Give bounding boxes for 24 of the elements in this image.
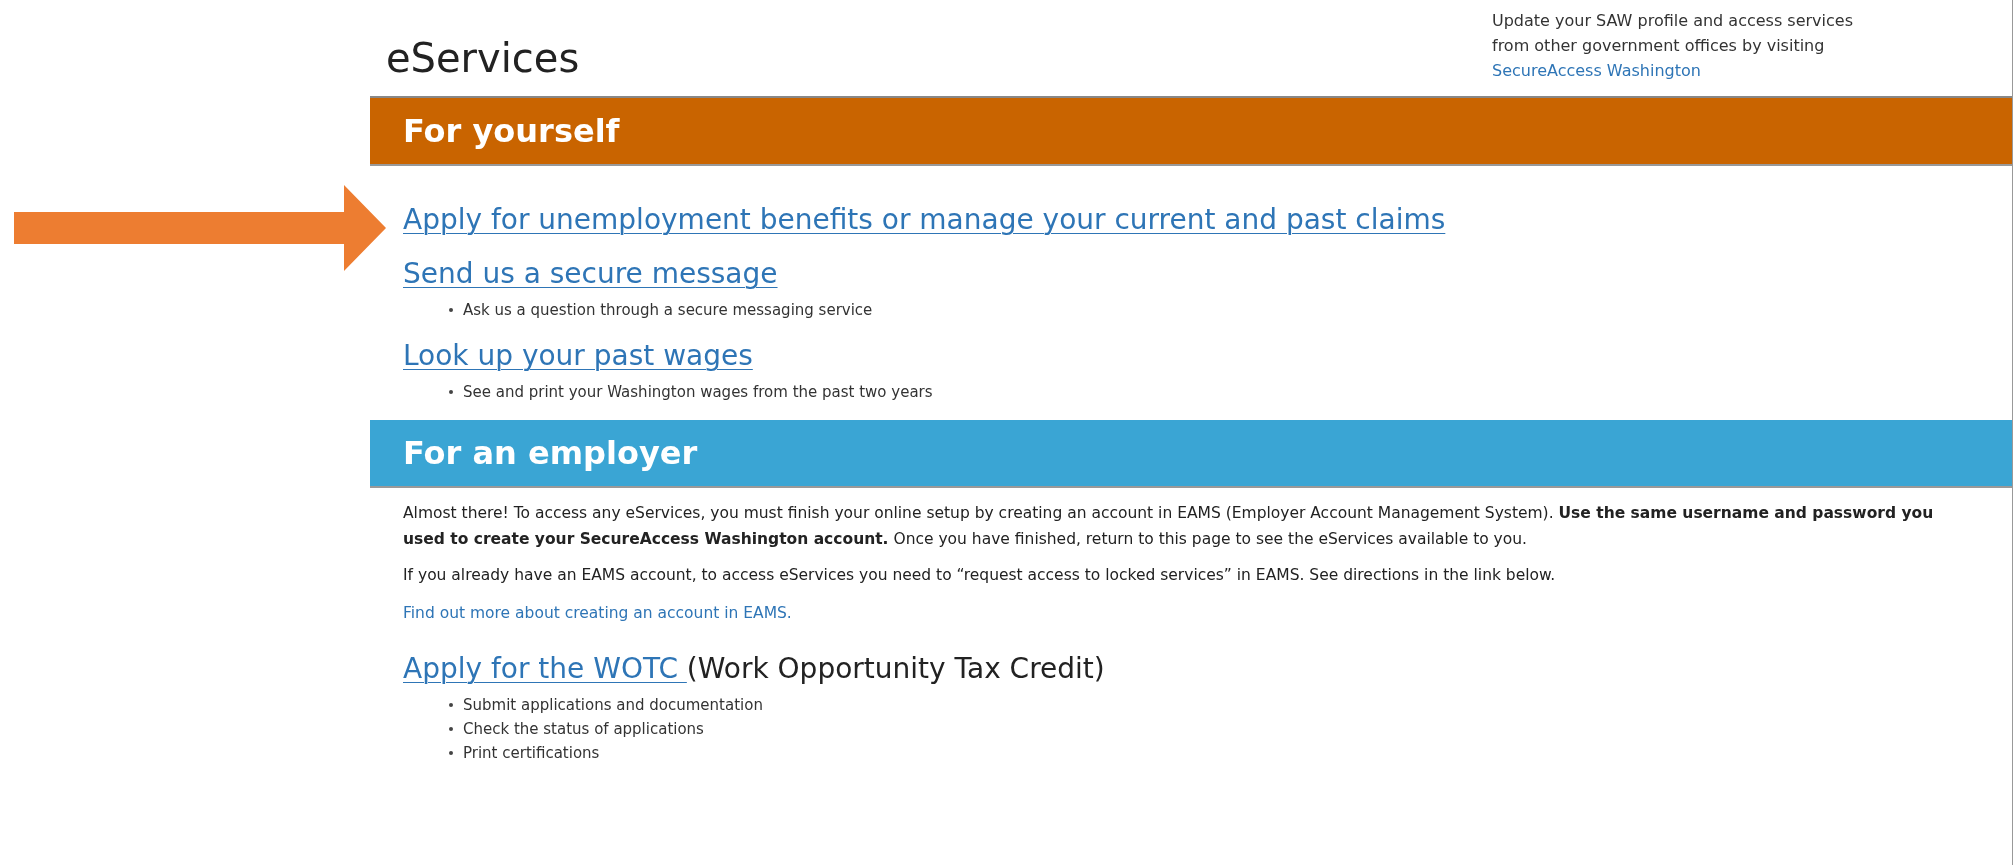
service-note: (Work Opportunity Tax Credit) [686, 651, 1105, 688]
bullet-icon [449, 308, 453, 312]
service-link[interactable]: Look up your past wages [403, 336, 753, 376]
page-title: eServices [386, 34, 580, 83]
service-link[interactable]: Apply for the WOTC [403, 649, 687, 690]
bullet-text: See and print your Washington wages from the past two years [463, 381, 933, 403]
bullet-text: Check the status of applications [463, 719, 704, 740]
info-link[interactable]: Find out more about creating an account in EAMS. [403, 602, 792, 626]
bullet-icon [449, 390, 453, 394]
info-paragraph: If you already have an EAMS account, to access eServices you need to “request access to locked services” in EAMS. See directions in the link below. [403, 565, 1557, 586]
bullet-icon [449, 703, 453, 708]
bullet-icon [449, 727, 453, 732]
bullet-text: Ask us a question through a secure messaging service [463, 299, 873, 321]
section-heading: For yourself [403, 111, 620, 152]
bullet-text: Submit applications and documentation [463, 695, 763, 716]
info-paragraph: Almost there! To access any eServices, you must finish your online setup by creating an account in EAMS (Employer Account Management System). Use the same username and password you used to create your SecureAccess Washington account. Once you have finished, return to this page to see the eServices available to you. [403, 503, 1935, 550]
bullet-icon [449, 751, 453, 756]
bullet-text: Print certifications [463, 743, 600, 764]
note-text: Update your SAW profile and access services [1492, 10, 1854, 32]
service-link[interactable]: Send us a secure message [403, 254, 778, 294]
note-text: from other government offices by visiting [1492, 35, 1826, 57]
section-heading: For an employer [403, 433, 698, 474]
secureaccess-link[interactable]: SecureAccess Washington [1492, 58, 1701, 83]
service-link[interactable]: Apply for unemployment benefits or manage your current and past claims [403, 200, 1446, 240]
